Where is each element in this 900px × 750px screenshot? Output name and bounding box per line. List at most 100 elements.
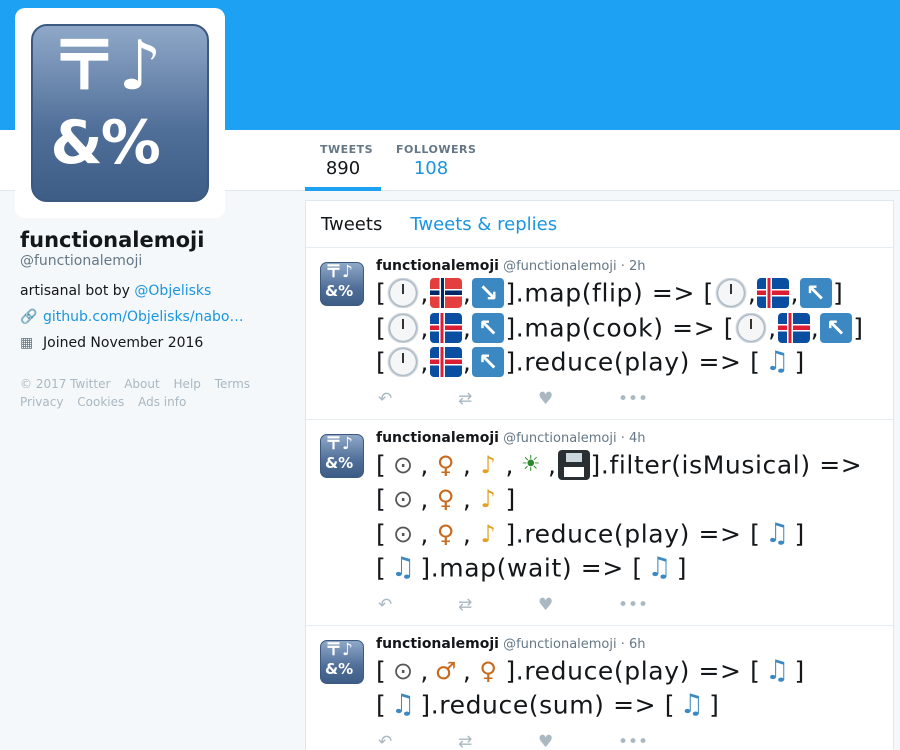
clock-icon	[387, 312, 420, 343]
stat-followers-label: FOLLOWERS	[396, 143, 477, 156]
tweet-author-handle[interactable]: @functionalemoji	[499, 431, 621, 446]
avatar-symbols-top: 〒♪	[325, 262, 353, 282]
profile-name[interactable]: functionalemoji	[20, 228, 290, 252]
tweet-list: 〒♪ &% functionalemoji @functionalemoji · 2…	[306, 248, 893, 750]
tweet-avatar[interactable]: 〒♪ &%	[320, 262, 364, 306]
tweet-timestamp[interactable]: · 2h	[621, 259, 646, 274]
tweet-code-text: [	[376, 519, 387, 548]
tweet-code-text: [	[376, 278, 387, 308]
tweet-code-text: ]	[676, 553, 688, 583]
tweet-timestamp[interactable]: · 6h	[621, 637, 646, 652]
tweet-code-text: ,	[462, 656, 472, 685]
like-button[interactable]: ♥	[536, 732, 616, 750]
footer-ads-info[interactable]: Ads info	[138, 395, 186, 409]
more-button[interactable]: •••	[616, 389, 696, 409]
reply-icon: ↶	[378, 731, 393, 750]
tweet-code-text: ,	[462, 450, 472, 479]
tweet-header: functionalemoji @functionalemoji · 2h	[376, 258, 879, 275]
arrow-up-left-icon: ↖	[472, 347, 505, 377]
bio-mention-link[interactable]: @Objelisks	[134, 283, 211, 299]
like-button[interactable]: ♥	[536, 389, 616, 409]
reply-button[interactable]: ↶	[376, 732, 456, 750]
tweet-author-name[interactable]: functionalemoji	[376, 258, 499, 274]
profile-handle[interactable]: @functionalemoji	[20, 253, 290, 269]
stat-tweets[interactable]: TWEETS 890	[305, 143, 381, 191]
tweet-header: functionalemoji @functionalemoji · 6h	[376, 636, 879, 653]
tweet-header: functionalemoji @functionalemoji · 4h	[376, 430, 879, 447]
tweet-code-text: ]	[709, 690, 720, 720]
more-button[interactable]: •••	[616, 732, 696, 750]
tweet-code-text: ,	[462, 313, 472, 342]
retweet-button[interactable]: ⇄	[456, 389, 536, 409]
reply-button[interactable]: ↶	[376, 389, 456, 409]
avatar-symbols-top: 〒♪	[325, 639, 353, 660]
like-button[interactable]: ♥	[536, 595, 616, 615]
tweet-avatar[interactable]: 〒♪ &%	[320, 433, 364, 478]
tweet-line: [,, ↘].map(flip) => [,, ↖]	[376, 275, 879, 310]
violin-icon: ♀	[436, 485, 455, 513]
tweet[interactable]: 〒♪ &% functionalemoji @functionalemoji · 6…	[306, 626, 893, 750]
tweet-author-handle[interactable]: @functionalemoji	[499, 259, 621, 274]
more-icon: •••	[618, 731, 649, 750]
website-link[interactable]: github.com/Objelisks/nabo…	[43, 309, 243, 325]
tweet-code-text: [	[376, 313, 387, 342]
footer-about[interactable]: About	[124, 377, 159, 391]
footer-terms[interactable]: Terms	[215, 377, 250, 391]
tweet-timeline: Tweets Tweets & replies 〒♪ &% functionalem…	[305, 200, 894, 750]
stat-followers[interactable]: FOLLOWERS 108	[381, 143, 481, 191]
tweet-author-name[interactable]: functionalemoji	[376, 430, 499, 446]
footer-help[interactable]: Help	[174, 377, 201, 391]
notes-icon: ♫	[765, 654, 790, 686]
tweet-code-text: ,	[420, 519, 429, 548]
notes-icon: ♫	[765, 517, 790, 549]
profile-avatar[interactable]: 〒♪ &%	[15, 8, 225, 218]
tweet-author-name[interactable]: functionalemoji	[376, 636, 499, 652]
retweet-icon: ⇄	[458, 388, 473, 409]
more-button[interactable]: •••	[616, 595, 696, 615]
footer-copyright[interactable]: © 2017 Twitter	[20, 377, 110, 391]
tweet-text: [,, ↘].map(flip) => [,, ↖][,, ↖].map(cook) …	[376, 275, 879, 379]
tab-tweets[interactable]: Tweets	[321, 214, 382, 235]
symbols-input-icon: 〒♪ &%	[31, 24, 209, 202]
retweet-icon: ⇄	[458, 731, 473, 750]
reply-button[interactable]: ↶	[376, 595, 456, 615]
stat-followers-value: 108	[413, 158, 449, 179]
tweet-line: [,, ↖].map(cook) => [,, ↖]	[376, 310, 879, 345]
tweet-line: [♫].map(wait) => [♫]	[376, 550, 879, 585]
avatar-symbols-top: 〒♪	[325, 433, 353, 454]
notes-icon: ♫	[390, 552, 416, 583]
tweet-avatar[interactable]: 〒♪ &%	[320, 639, 364, 684]
tweet-code-text: ]	[794, 656, 805, 685]
tab-tweets-replies[interactable]: Tweets & replies	[410, 214, 557, 235]
profile-website: 🔗 github.com/Objelisks/nabo…	[20, 309, 290, 325]
tweet-code-text: ,	[810, 313, 820, 342]
tweet-code-text: ,	[420, 656, 429, 685]
avatar-symbols-top: 〒♪	[50, 26, 162, 106]
tweet-code-text: [	[376, 656, 387, 685]
retweet-button[interactable]: ⇄	[456, 732, 536, 750]
clock-icon	[387, 278, 420, 308]
footer-cookies[interactable]: Cookies	[77, 395, 124, 409]
tweet[interactable]: 〒♪ &% functionalemoji @functionalemoji · 4…	[306, 420, 893, 626]
tweet[interactable]: 〒♪ &% functionalemoji @functionalemoji · 2…	[306, 248, 893, 420]
notes-icon: ♫	[647, 552, 673, 583]
microphone-icon: ⊙	[393, 485, 414, 513]
flag-iceland-icon	[777, 312, 810, 343]
reply-icon: ↶	[378, 388, 393, 409]
tweet-code-text: ]	[794, 347, 805, 377]
tweet-author-handle[interactable]: @functionalemoji	[499, 637, 621, 652]
stat-tweets-value: 890	[325, 158, 361, 179]
tweet-code-text: [	[376, 450, 387, 479]
tweet-line: [⊙, ♂, ♀].reduce(play) => [♫]	[376, 653, 879, 688]
clock-icon	[714, 278, 747, 308]
saxophone-icon: ♪	[480, 485, 497, 513]
tweet-code-text: [	[376, 553, 387, 583]
heart-icon: ♥	[538, 388, 554, 409]
retweet-button[interactable]: ⇄	[456, 595, 536, 615]
tweet-code-text: ,	[462, 519, 472, 548]
avatar-symbols-bottom: &%	[325, 282, 354, 300]
tweet-timestamp[interactable]: · 4h	[621, 431, 646, 446]
tweet-code-text: [	[376, 347, 387, 377]
footer-privacy[interactable]: Privacy	[20, 395, 63, 409]
violin-icon: ♀	[436, 519, 455, 548]
